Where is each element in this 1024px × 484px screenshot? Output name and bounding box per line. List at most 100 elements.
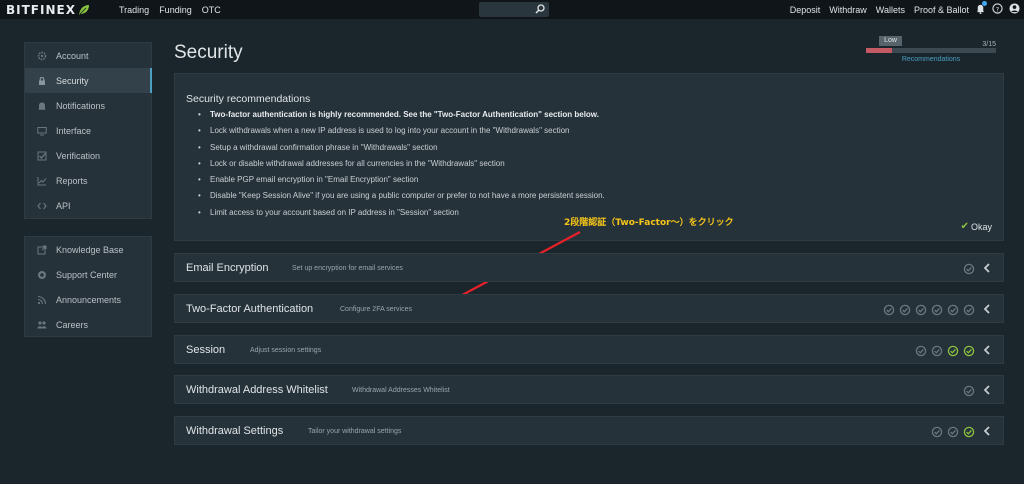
page-title: Security [174, 42, 243, 63]
okay-button[interactable]: ✔ Okay [961, 221, 992, 232]
security-level-badge: Low [879, 36, 902, 46]
sidebar-resources: Knowledge Base Support Center Announceme… [24, 236, 152, 337]
nav-proof-ballot[interactable]: Proof & Ballot [914, 5, 969, 15]
sidebar-item-label: Interface [56, 125, 92, 136]
chevron-left-icon[interactable] [983, 344, 991, 356]
chevron-left-icon[interactable] [983, 384, 991, 396]
status-icons [963, 263, 975, 275]
sidebar-item-label: Security [56, 75, 89, 86]
lock-icon [39, 76, 45, 85]
sidebar-item-label: Verification [56, 150, 101, 161]
sidebar-item-label: API [56, 200, 71, 211]
section-title: Two-Factor Authentication [186, 303, 314, 315]
sidebar-item-label: Reports [56, 175, 88, 186]
nav-wallets[interactable]: Wallets [876, 5, 905, 15]
bell-icon [38, 102, 46, 110]
help-icon[interactable]: ? [992, 3, 1003, 14]
list-item: Setup a withdrawal confirmation phrase i… [198, 143, 605, 159]
status-check-off-icon [915, 304, 927, 316]
status-check-off-icon [963, 263, 975, 275]
recommendations-title: Security recommendations [186, 93, 311, 105]
nav-trading[interactable]: Trading [119, 5, 149, 15]
section-description: Withdrawal Addresses Whitelist [352, 387, 450, 394]
status-icons [883, 304, 975, 316]
status-check-on-icon [947, 345, 959, 357]
sidebar-item-notifications[interactable]: Notifications [25, 93, 151, 118]
status-check-off-icon [931, 304, 943, 316]
sidebar-item-label: Notifications [56, 100, 106, 111]
sidebar-item-security[interactable]: Security [25, 68, 152, 93]
status-icons [963, 385, 975, 397]
checkmark-icon: ✔ [960, 221, 969, 232]
nav-otc[interactable]: OTC [202, 5, 221, 15]
status-check-off-icon [899, 304, 911, 316]
recommendations-link[interactable]: Recommendations [866, 56, 996, 63]
list-item: Two-factor authentication is highly reco… [198, 110, 605, 126]
status-check-off-icon [915, 345, 927, 357]
sidebar-item-verification[interactable]: Verification [25, 143, 151, 168]
section-withdrawal-settings[interactable]: Withdrawal Settings Tailor your withdrawa… [174, 416, 1004, 445]
notification-badge [982, 1, 987, 6]
section-title: Withdrawal Address Whitelist [186, 384, 328, 396]
lifebuoy-icon [38, 270, 46, 279]
search-icon[interactable] [534, 3, 546, 15]
section-description: Adjust session settings [250, 347, 322, 354]
sidebar-item-label: Knowledge Base [56, 244, 124, 255]
chevron-left-icon[interactable] [983, 262, 991, 274]
nav-withdraw[interactable]: Withdraw [829, 5, 867, 15]
section-title: Session [186, 344, 226, 356]
security-level: Low 3/15 Recommendations [866, 36, 996, 69]
sidebar-item-knowledge-base[interactable]: Knowledge Base [25, 237, 151, 262]
logo-text: BITFINEX [6, 2, 76, 17]
leaf-icon [78, 4, 89, 15]
account-nav: Deposit Withdraw Wallets Proof & Ballot [790, 0, 969, 19]
sidebar-item-label: Announcements [56, 294, 122, 305]
svg-text:?: ? [996, 5, 999, 13]
external-link-icon [37, 245, 47, 254]
status-check-off-icon [963, 304, 975, 316]
nav-deposit[interactable]: Deposit [790, 5, 821, 15]
sidebar-item-support-center[interactable]: Support Center [25, 262, 151, 287]
sidebar-settings: Account Security Notifications Interface… [24, 42, 152, 219]
section-title: Withdrawal Settings [186, 425, 284, 437]
sidebar-item-account[interactable]: Account [25, 43, 151, 68]
people-icon [37, 320, 47, 328]
security-count: 3/15 [982, 41, 996, 48]
status-check-off-icon [931, 345, 943, 357]
notification-button[interactable] [975, 1, 987, 16]
okay-label: Okay [970, 221, 992, 232]
section-description: Tailor your withdrawal settings [308, 428, 402, 435]
recommendations-list: Two-factor authentication is highly reco… [198, 110, 605, 224]
section-withdrawal-address-whitelist[interactable]: Withdrawal Address Whitelist Withdrawal A… [174, 375, 1004, 404]
monitor-icon [37, 126, 47, 135]
nav-funding[interactable]: Funding [159, 5, 192, 15]
status-check-off-icon [947, 304, 959, 316]
sidebar-item-interface[interactable]: Interface [25, 118, 151, 143]
sidebar-item-label: Careers [56, 319, 89, 330]
sidebar-item-careers[interactable]: Careers [25, 312, 151, 337]
sidebar-item-api[interactable]: API [25, 193, 151, 218]
status-check-off-icon [947, 426, 959, 438]
section-session[interactable]: Session Adjust session settings [174, 335, 1004, 364]
top-bar: BITFINEX Trading Funding OTC Deposit Wit… [0, 0, 1024, 19]
list-item: Lock or disable withdrawal addresses for… [198, 159, 605, 175]
security-progress-bar [866, 48, 996, 53]
user-icon[interactable] [1009, 3, 1020, 14]
chevron-left-icon[interactable] [983, 303, 991, 315]
sidebar-item-label: Support Center [56, 269, 118, 280]
search-input[interactable] [479, 2, 549, 17]
list-item: Disable "Keep Session Alive" if you are … [198, 191, 605, 207]
rss-icon [37, 295, 47, 304]
section-description: Configure 2FA services [340, 306, 412, 313]
chevron-left-icon[interactable] [983, 425, 991, 437]
status-icons [915, 345, 975, 357]
sidebar-item-reports[interactable]: Reports [25, 168, 151, 193]
list-item: Lock withdrawals when a new IP address i… [198, 126, 605, 142]
section-description: Set up encryption for email services [292, 265, 403, 272]
code-icon [37, 202, 47, 209]
sidebar-item-announcements[interactable]: Announcements [25, 287, 151, 312]
gear-icon [37, 51, 47, 60]
logo[interactable]: BITFINEX [6, 2, 90, 17]
section-two-factor-authentication[interactable]: Two-Factor Authentication Configure 2FA s… [174, 294, 1004, 323]
section-email-encryption[interactable]: Email Encryption Set up encryption for em… [174, 253, 1004, 282]
